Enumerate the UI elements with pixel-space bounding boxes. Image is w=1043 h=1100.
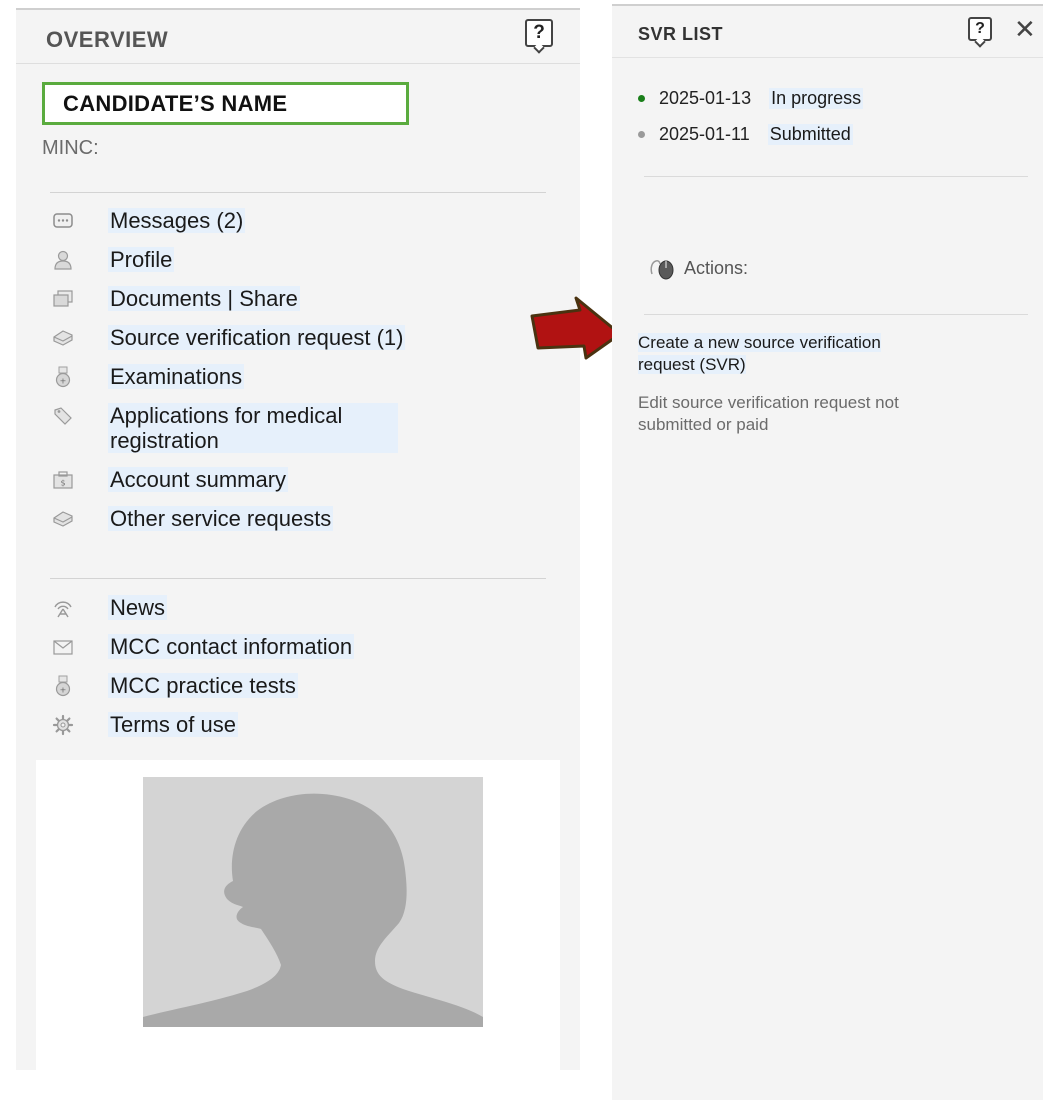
gear-icon [52,714,74,736]
practice-tests-icon: + [55,675,71,697]
svr-date: 2025-01-13 [659,87,752,108]
menu-item-label[interactable]: MCC contact information [108,634,355,659]
svr-items: 2025-01-13 In progress 2025-01-11 Submit… [638,86,864,158]
svg-text:+: + [60,377,67,386]
profile-icon [54,250,72,270]
menu-item-practice-tests[interactable]: + MCC practice tests [16,673,580,698]
svr-list-panel: SVR LIST ? ✕ 2025-01-13 In progress 2025… [612,4,1043,1100]
messages-icon [53,213,73,228]
avatar-silhouette-icon [143,793,483,1027]
actions-heading: Actions: [648,254,748,282]
menu-item-other-service-requests[interactable]: Other service requests [16,506,580,531]
status-dot-icon [638,130,645,138]
svr-help-icon[interactable]: ? [968,17,992,41]
actions-label: Actions: [684,257,749,278]
menu-item-label[interactable]: MCC practice tests [108,673,298,698]
overview-panel: OVERVIEW ? CANDIDATE’S NAME MINC: Messag… [16,8,580,1072]
overview-help-icon[interactable]: ? [525,19,553,47]
svr-item[interactable]: 2025-01-13 In progress [638,86,864,110]
menu-item-account-summary[interactable]: $ Account summary [16,467,580,492]
examinations-icon: + [55,366,71,388]
envelope-icon [53,640,73,655]
svg-text:+: + [60,686,67,695]
menu-item-examinations[interactable]: + Examinations [16,364,580,389]
menu-item-label[interactable]: Terms of use [108,712,238,737]
create-svr-link[interactable]: Create a new source verification request… [638,332,938,376]
menu-item-label[interactable]: Documents | Share [108,286,300,311]
svr-divider [644,314,1028,315]
candidate-name: CANDIDATE’S NAME [63,90,288,116]
arrow-pointer-icon [530,296,622,360]
menu-item-contact[interactable]: MCC contact information [16,634,580,659]
svr-list-header: SVR LIST ? ✕ [612,6,1043,58]
menu-item-applications[interactable]: Applications for medical registration [16,403,580,453]
overview-header: OVERVIEW ? [16,10,580,64]
profile-photo-placeholder [143,777,483,1027]
menu-item-source-verification[interactable]: Source verification request (1) [16,325,580,350]
profile-photo-frame [36,760,560,1072]
create-svr-link-text[interactable]: Create a new source verification request… [638,333,881,374]
menu-item-news[interactable]: News [16,595,580,620]
svr-list-title: SVR LIST [638,24,724,44]
applications-icon [54,407,72,425]
menu-item-messages[interactable]: Messages (2) [16,208,580,233]
menu-item-label[interactable]: Profile [108,247,175,272]
menu-item-label[interactable]: News [108,595,168,620]
overview-title: OVERVIEW [46,27,169,52]
svr-divider [644,176,1028,177]
menu-item-terms-of-use[interactable]: Terms of use [16,712,580,737]
menu-item-label[interactable]: Source verification request (1) [108,325,406,350]
news-icon [54,601,72,618]
edit-svr-text: Edit source verification request not sub… [638,393,899,434]
candidate-name-box: CANDIDATE’S NAME [42,82,409,125]
close-icon[interactable]: ✕ [1014,16,1036,42]
documents-icon [53,290,73,307]
account-summary-icon: $ [53,471,73,489]
menu-divider [50,578,546,579]
menu-item-label[interactable]: Applications for medical registration [108,403,398,453]
primary-menu: Messages (2) Profile Documents | Share S… [16,208,580,545]
menu-item-label[interactable]: Examinations [108,364,245,389]
minc-label: MINC: [42,137,99,159]
status-dot-icon [638,94,645,102]
svr-item[interactable]: 2025-01-11 Submitted [638,122,863,146]
service-requests-icon [53,511,73,527]
menu-item-documents[interactable]: Documents | Share [16,286,580,311]
svr-date: 2025-01-11 [659,123,750,144]
svr-status-link[interactable]: In progress [769,87,864,109]
menu-item-label[interactable]: Other service requests [108,506,334,531]
menu-item-label[interactable]: Messages (2) [108,208,246,233]
svr-status-link[interactable]: Submitted [767,123,853,145]
menu-divider [50,192,546,193]
menu-item-label[interactable]: Account summary [108,467,289,492]
svg-text:$: $ [60,479,65,488]
secondary-menu: News MCC contact information + MCC pract… [16,595,580,751]
source-verification-icon [53,330,73,346]
menu-item-profile[interactable]: Profile [16,247,580,272]
mouse-pointer-icon [650,260,674,280]
